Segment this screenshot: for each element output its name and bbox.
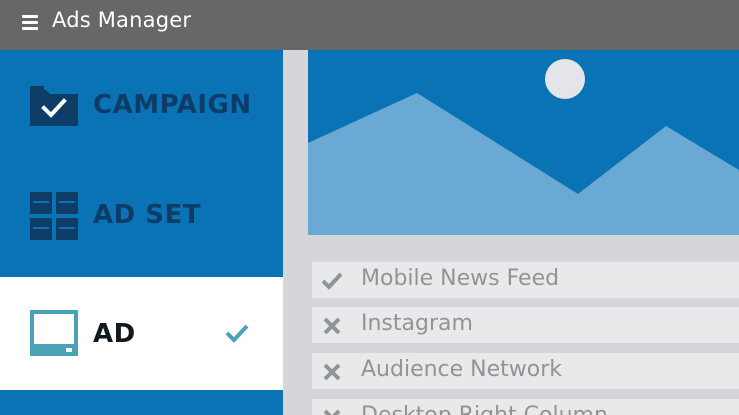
- x-icon: [322, 408, 342, 415]
- placements-panel: Mobile News Feed Instagram Audience Netw…: [283, 235, 739, 415]
- sidebar: CAMPAIGN AD SET AD: [0, 50, 283, 415]
- sidebar-item-label: CAMPAIGN: [93, 90, 252, 120]
- hamburger-menu-icon[interactable]: [22, 15, 38, 30]
- grid-icon: [30, 192, 78, 240]
- x-icon: [322, 362, 342, 382]
- placement-label: Audience Network: [361, 357, 563, 382]
- preview-divider: [283, 50, 308, 235]
- ads-manager-screen: Ads Manager CAMPAIGN AD SET AD Mobile Ne…: [0, 0, 739, 415]
- checkmark-icon: [225, 323, 249, 343]
- placement-row-instagram[interactable]: Instagram: [312, 307, 739, 343]
- placement-row-desktop-right-column[interactable]: Desktop Right Column: [312, 399, 739, 415]
- placement-label: Desktop Right Column: [361, 403, 608, 415]
- folder-check-icon: [30, 86, 78, 126]
- sidebar-item-label: AD SET: [93, 200, 201, 230]
- placement-row-audience-network[interactable]: Audience Network: [312, 353, 739, 389]
- ad-preview-image: [308, 50, 739, 235]
- placement-row-mobile-news-feed[interactable]: Mobile News Feed: [312, 262, 739, 298]
- app-title: Ads Manager: [52, 8, 192, 32]
- checkmark-icon: [321, 271, 343, 291]
- sidebar-item-ad-set[interactable]: AD SET: [0, 162, 283, 277]
- landscape-image-icon: [308, 50, 739, 235]
- sidebar-item-ad[interactable]: AD: [0, 277, 283, 390]
- x-icon: [322, 316, 342, 336]
- placement-label: Instagram: [361, 311, 473, 336]
- app-header: Ads Manager: [0, 0, 739, 50]
- sidebar-item-campaign[interactable]: CAMPAIGN: [0, 50, 283, 162]
- placement-label: Mobile News Feed: [361, 266, 560, 291]
- sidebar-item-label: AD: [93, 319, 136, 349]
- monitor-icon: [30, 310, 78, 356]
